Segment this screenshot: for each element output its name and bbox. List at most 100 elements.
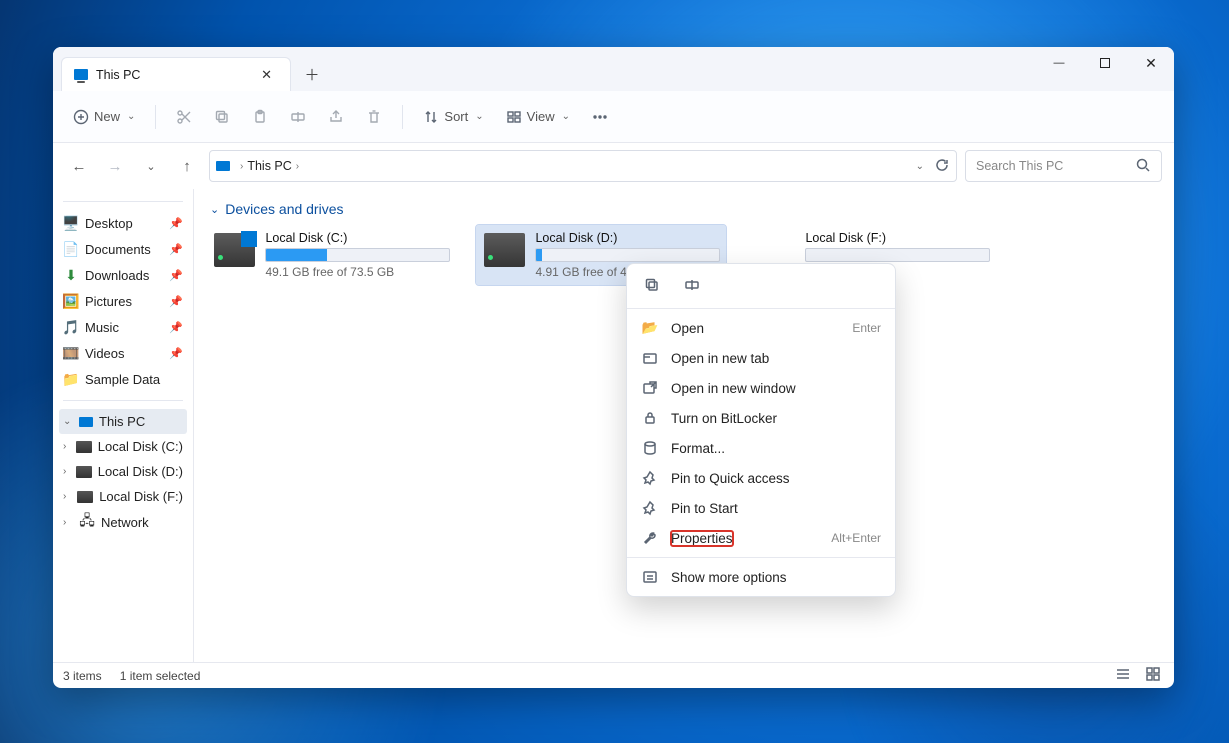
- drive-icon: [484, 233, 525, 267]
- status-selected: 1 item selected: [120, 669, 201, 683]
- drive-item-c[interactable]: Local Disk (C:) 49.1 GB free of 73.5 GB: [206, 225, 456, 285]
- address-dropdown[interactable]: ⌄: [916, 161, 924, 172]
- search-input[interactable]: Search This PC: [965, 150, 1162, 182]
- menu-bitlocker[interactable]: Turn on BitLocker: [627, 403, 895, 433]
- navigation-bar: ← → ⌄ ↑ › This PC › ⌄ Search This PC: [53, 143, 1174, 189]
- share-button[interactable]: [320, 103, 352, 131]
- sidebar-item-videos[interactable]: 🎞️Videos📌: [59, 340, 187, 366]
- sort-button[interactable]: Sort⌄: [415, 103, 491, 131]
- menu-pin-quick-access[interactable]: Pin to Quick access: [627, 463, 895, 493]
- sidebar-item-music[interactable]: 🎵Music📌: [59, 314, 187, 340]
- pin-icon: [641, 470, 659, 486]
- details-view-button[interactable]: [1112, 664, 1134, 687]
- context-menu: 📂OpenEnter Open in new tab Open in new w…: [626, 263, 896, 597]
- more-button[interactable]: [584, 103, 616, 131]
- new-tab-button[interactable]: ＋: [297, 59, 327, 89]
- scissors-icon: [176, 109, 192, 125]
- format-icon: [641, 440, 659, 456]
- sidebar-drive-d[interactable]: ›Local Disk (D:): [59, 459, 187, 484]
- sidebar-item-downloads[interactable]: ⬇Downloads📌: [59, 262, 187, 288]
- recent-dropdown[interactable]: ⌄: [137, 160, 165, 173]
- network-icon: 🖧: [79, 514, 95, 530]
- music-icon: 🎵: [63, 319, 79, 335]
- trash-icon: [366, 109, 382, 125]
- menu-open-new-tab[interactable]: Open in new tab: [627, 343, 895, 373]
- address-bar[interactable]: › This PC › ⌄: [209, 150, 957, 182]
- navigation-pane: 🖥️Desktop📌 📄Documents📌 ⬇Downloads📌 🖼️Pic…: [53, 189, 193, 662]
- copy-button[interactable]: [206, 103, 238, 131]
- document-icon: 📄: [63, 241, 79, 257]
- breadcrumb-location[interactable]: This PC: [247, 159, 291, 173]
- sidebar-drive-f[interactable]: ›Local Disk (F:): [59, 484, 187, 509]
- chevron-down-icon[interactable]: ⌄: [63, 416, 73, 427]
- sidebar-drive-c[interactable]: ›Local Disk (C:): [59, 434, 187, 459]
- tab-icon: [641, 350, 659, 366]
- menu-properties[interactable]: PropertiesAlt+Enter: [627, 523, 895, 553]
- pictures-icon: 🖼️: [63, 293, 79, 309]
- tab-this-pc[interactable]: This PC ✕: [61, 57, 291, 91]
- new-button[interactable]: New⌄: [65, 103, 143, 131]
- sidebar-item-pictures[interactable]: 🖼️Pictures📌: [59, 288, 187, 314]
- up-button[interactable]: ↑: [173, 158, 201, 175]
- pin-icon: 📌: [169, 347, 183, 360]
- back-button[interactable]: ←: [65, 158, 93, 175]
- chevron-down-icon: ⌄: [210, 203, 219, 216]
- tab-title: This PC: [96, 68, 140, 82]
- sidebar-item-network[interactable]: ›🖧Network: [59, 509, 187, 535]
- chevron-right-icon[interactable]: ›: [63, 491, 71, 502]
- monitor-icon: [216, 161, 230, 171]
- clipboard-icon: [252, 109, 268, 125]
- drive-icon: [77, 491, 93, 503]
- plus-circle-icon: [73, 109, 89, 125]
- close-window-button[interactable]: ✕: [1128, 47, 1174, 79]
- paste-button[interactable]: [244, 103, 276, 131]
- forward-button[interactable]: →: [101, 158, 129, 175]
- delete-button[interactable]: [358, 103, 390, 131]
- search-placeholder: Search This PC: [976, 159, 1063, 173]
- minimize-button[interactable]: —: [1036, 47, 1082, 79]
- menu-pin-start[interactable]: Pin to Start: [627, 493, 895, 523]
- refresh-button[interactable]: [934, 157, 950, 176]
- ellipsis-icon: [592, 109, 608, 125]
- usage-bar: [265, 248, 450, 262]
- chevron-right-icon[interactable]: ›: [63, 517, 73, 528]
- lock-icon: [641, 410, 659, 426]
- sidebar-item-sample-data[interactable]: 📁Sample Data: [59, 366, 187, 392]
- sidebar-item-documents[interactable]: 📄Documents📌: [59, 236, 187, 262]
- usage-bar: [805, 248, 990, 262]
- tiles-view-button[interactable]: [1142, 664, 1164, 687]
- sidebar-item-this-pc[interactable]: ⌄This PC: [59, 409, 187, 434]
- sidebar-item-desktop[interactable]: 🖥️Desktop📌: [59, 210, 187, 236]
- view-icon: [506, 109, 522, 125]
- maximize-button[interactable]: [1082, 47, 1128, 79]
- folder-open-icon: 📂: [641, 320, 659, 336]
- drive-name: Local Disk (D:): [535, 231, 718, 245]
- status-bar: 3 items 1 item selected: [53, 662, 1174, 688]
- chevron-right-icon[interactable]: ›: [63, 441, 70, 452]
- rename-button[interactable]: [282, 103, 314, 131]
- new-window-icon: [641, 380, 659, 396]
- menu-open-new-window[interactable]: Open in new window: [627, 373, 895, 403]
- sort-icon: [423, 109, 439, 125]
- chevron-right-icon[interactable]: ›: [63, 466, 70, 477]
- menu-show-more[interactable]: Show more options: [627, 562, 895, 592]
- drive-name: Local Disk (F:): [805, 231, 988, 245]
- copy-action[interactable]: [641, 274, 663, 296]
- search-icon: [1135, 157, 1151, 176]
- menu-open[interactable]: 📂OpenEnter: [627, 313, 895, 343]
- close-tab-button[interactable]: ✕: [255, 64, 278, 86]
- pin-icon: 📌: [169, 243, 183, 256]
- drive-icon: [214, 233, 255, 267]
- drive-icon: [76, 466, 92, 478]
- copy-icon: [214, 109, 230, 125]
- group-header-devices[interactable]: ⌄ Devices and drives: [194, 189, 1174, 225]
- rename-icon: [290, 109, 306, 125]
- view-button[interactable]: View⌄: [498, 103, 578, 131]
- menu-format[interactable]: Format...: [627, 433, 895, 463]
- folder-icon: 📁: [63, 371, 79, 387]
- monitor-icon: [74, 69, 88, 80]
- toolbar: New⌄ Sort⌄ View⌄: [53, 91, 1174, 143]
- usage-bar: [535, 248, 720, 262]
- rename-action[interactable]: [681, 274, 703, 296]
- cut-button[interactable]: [168, 103, 200, 131]
